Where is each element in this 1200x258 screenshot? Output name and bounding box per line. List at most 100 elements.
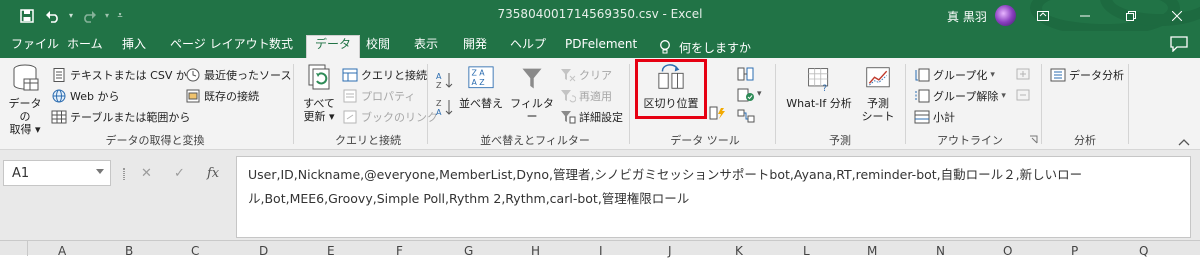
tab-home[interactable]: ホーム — [59, 36, 111, 58]
tab-view[interactable]: 表示 — [406, 36, 446, 58]
clear-button[interactable]: クリア — [560, 67, 612, 83]
show-detail-icon[interactable] — [1016, 68, 1030, 80]
column-header[interactable]: E — [327, 244, 335, 258]
reapply-icon — [561, 90, 576, 103]
forecast-sheet-button[interactable]: 予測 シート — [859, 66, 897, 123]
remove-duplicates-icon[interactable] — [737, 67, 755, 81]
column-header[interactable]: O — [1003, 244, 1012, 258]
enter-button[interactable]: ✓ — [174, 166, 185, 181]
close-icon — [1172, 10, 1182, 21]
group-separator — [1128, 64, 1129, 144]
properties-button[interactable]: プロパティ — [342, 88, 415, 104]
column-header[interactable]: H — [531, 244, 540, 258]
select-all-button[interactable] — [0, 241, 28, 256]
tab-review[interactable]: 校閲 — [358, 36, 398, 58]
user-name[interactable]: 真 黒羽 — [947, 8, 987, 25]
what-if-label: What-If 分析 — [786, 97, 852, 110]
filter-icon — [522, 68, 542, 89]
flash-fill-icon[interactable] — [709, 106, 727, 120]
column-header[interactable]: A — [58, 244, 66, 258]
sort-ascending-icon[interactable]: AZ — [436, 71, 454, 89]
hide-detail-icon[interactable] — [1016, 89, 1030, 101]
globe-icon — [52, 89, 66, 103]
column-header[interactable]: C — [191, 244, 199, 258]
relationships-icon[interactable] — [737, 109, 755, 123]
cancel-button[interactable]: ✕ — [141, 166, 152, 181]
tab-pdfelement[interactable]: PDFelement — [557, 36, 645, 58]
close-button[interactable] — [1154, 0, 1200, 31]
restore-button[interactable] — [1108, 0, 1154, 31]
name-box-value: A1 — [12, 166, 30, 181]
comment-icon[interactable] — [1170, 36, 1188, 52]
data-analysis-button[interactable]: データ分析 — [1050, 67, 1124, 83]
svg-text:Z: Z — [436, 99, 442, 108]
link-icon — [343, 110, 357, 124]
formula-input[interactable]: User,ID,Nickname,@everyone,MemberList,Dy… — [236, 156, 1191, 238]
from-table-label: テーブルまたは範囲から — [70, 111, 191, 124]
insert-function-button[interactable]: fx — [207, 166, 219, 181]
properties-label: プロパティ — [361, 90, 416, 103]
sort-descending-icon[interactable]: ZA — [436, 98, 454, 116]
advanced-filter-button[interactable]: 詳細設定 — [560, 109, 623, 125]
group-label-analysis: 分析 — [1074, 134, 1096, 147]
column-header[interactable]: N — [936, 244, 945, 258]
svg-text:A: A — [436, 108, 442, 116]
column-header[interactable]: L — [803, 244, 810, 258]
refresh-all-button[interactable]: すべて 更新 ▾ — [299, 62, 339, 123]
column-header[interactable]: B — [125, 244, 133, 258]
tab-insert[interactable]: 挿入 — [114, 36, 154, 58]
avatar[interactable] — [995, 5, 1016, 26]
group-separator — [775, 64, 776, 144]
subtotal-button[interactable]: 小計 — [914, 109, 955, 125]
column-header[interactable]: P — [1071, 244, 1078, 258]
group-label-forecast: 予測 — [829, 134, 851, 147]
from-web-button[interactable]: Web から — [51, 88, 119, 104]
column-header[interactable]: J — [668, 244, 672, 258]
ungroup-button[interactable]: グループ解除 ▾ — [914, 88, 1006, 104]
column-header[interactable]: G — [464, 244, 473, 258]
column-header[interactable]: Q — [1139, 244, 1148, 258]
from-table-button[interactable]: テーブルまたは範囲から — [51, 109, 190, 125]
svg-text:Z: Z — [436, 81, 442, 89]
data-validation-icon[interactable] — [737, 88, 755, 102]
column-header[interactable]: I — [599, 244, 603, 258]
tab-data[interactable]: データ — [306, 35, 361, 58]
tell-me-search[interactable]: 何をしますか — [659, 39, 751, 56]
reapply-button[interactable]: 再適用 — [560, 88, 612, 104]
group-button[interactable]: グループ化 ▾ — [914, 67, 995, 83]
column-header[interactable]: F — [396, 244, 403, 258]
column-header[interactable]: D — [259, 244, 268, 258]
name-box-dropdown-icon[interactable] — [96, 169, 104, 174]
column-header[interactable]: M — [867, 244, 877, 258]
tab-developer[interactable]: 開発 — [455, 36, 495, 58]
minimize-button[interactable] — [1062, 0, 1108, 31]
from-text-csv-button[interactable]: テキストまたは CSV から — [51, 67, 198, 83]
data-validation-dropdown[interactable]: ▾ — [757, 89, 762, 99]
tab-help[interactable]: ヘルプ — [502, 36, 554, 58]
tab-formulas[interactable]: 数式 — [261, 36, 301, 58]
ribbon-display-options-button[interactable] — [1020, 0, 1066, 31]
ungroup-rows-icon — [915, 89, 930, 103]
existing-connections-button[interactable]: 既存の接続 — [185, 88, 259, 104]
forecast-sheet-label: 予測 シート — [861, 97, 895, 123]
column-headers: A B C D E F G H I J K L M N O P Q — [0, 240, 1200, 258]
group-separator — [427, 64, 428, 144]
ribbon-display-icon — [1037, 10, 1049, 21]
ribbon-tabs: ファイル ホーム 挿入 ページ レイアウト 数式 データ 校閲 表示 開発 ヘル… — [0, 31, 1200, 58]
column-header[interactable]: K — [735, 244, 743, 258]
recent-sources-button[interactable]: 最近使ったソース — [185, 67, 291, 83]
get-data-button[interactable]: データの 取得 ▾ — [5, 62, 45, 136]
queries-connections-button[interactable]: クエリと接続 — [342, 67, 427, 83]
formula-bar-grip[interactable] — [123, 168, 125, 180]
collapse-ribbon-icon[interactable] — [1178, 138, 1190, 146]
properties-icon — [343, 89, 357, 103]
highlight-box — [635, 59, 707, 119]
what-if-analysis-button[interactable]: ? What-If 分析 — [783, 66, 855, 110]
tab-file[interactable]: ファイル — [3, 36, 67, 58]
name-box[interactable]: A1 — [3, 160, 111, 186]
dialog-launcher-icon[interactable] — [1029, 135, 1038, 144]
filter-button[interactable]: フィルター — [508, 66, 556, 123]
sort-button[interactable]: Z AA Z 並べ替え — [459, 66, 503, 110]
edit-links-button[interactable]: ブックのリンク — [342, 109, 438, 125]
recent-sources-label: 最近使ったソース — [204, 69, 292, 82]
